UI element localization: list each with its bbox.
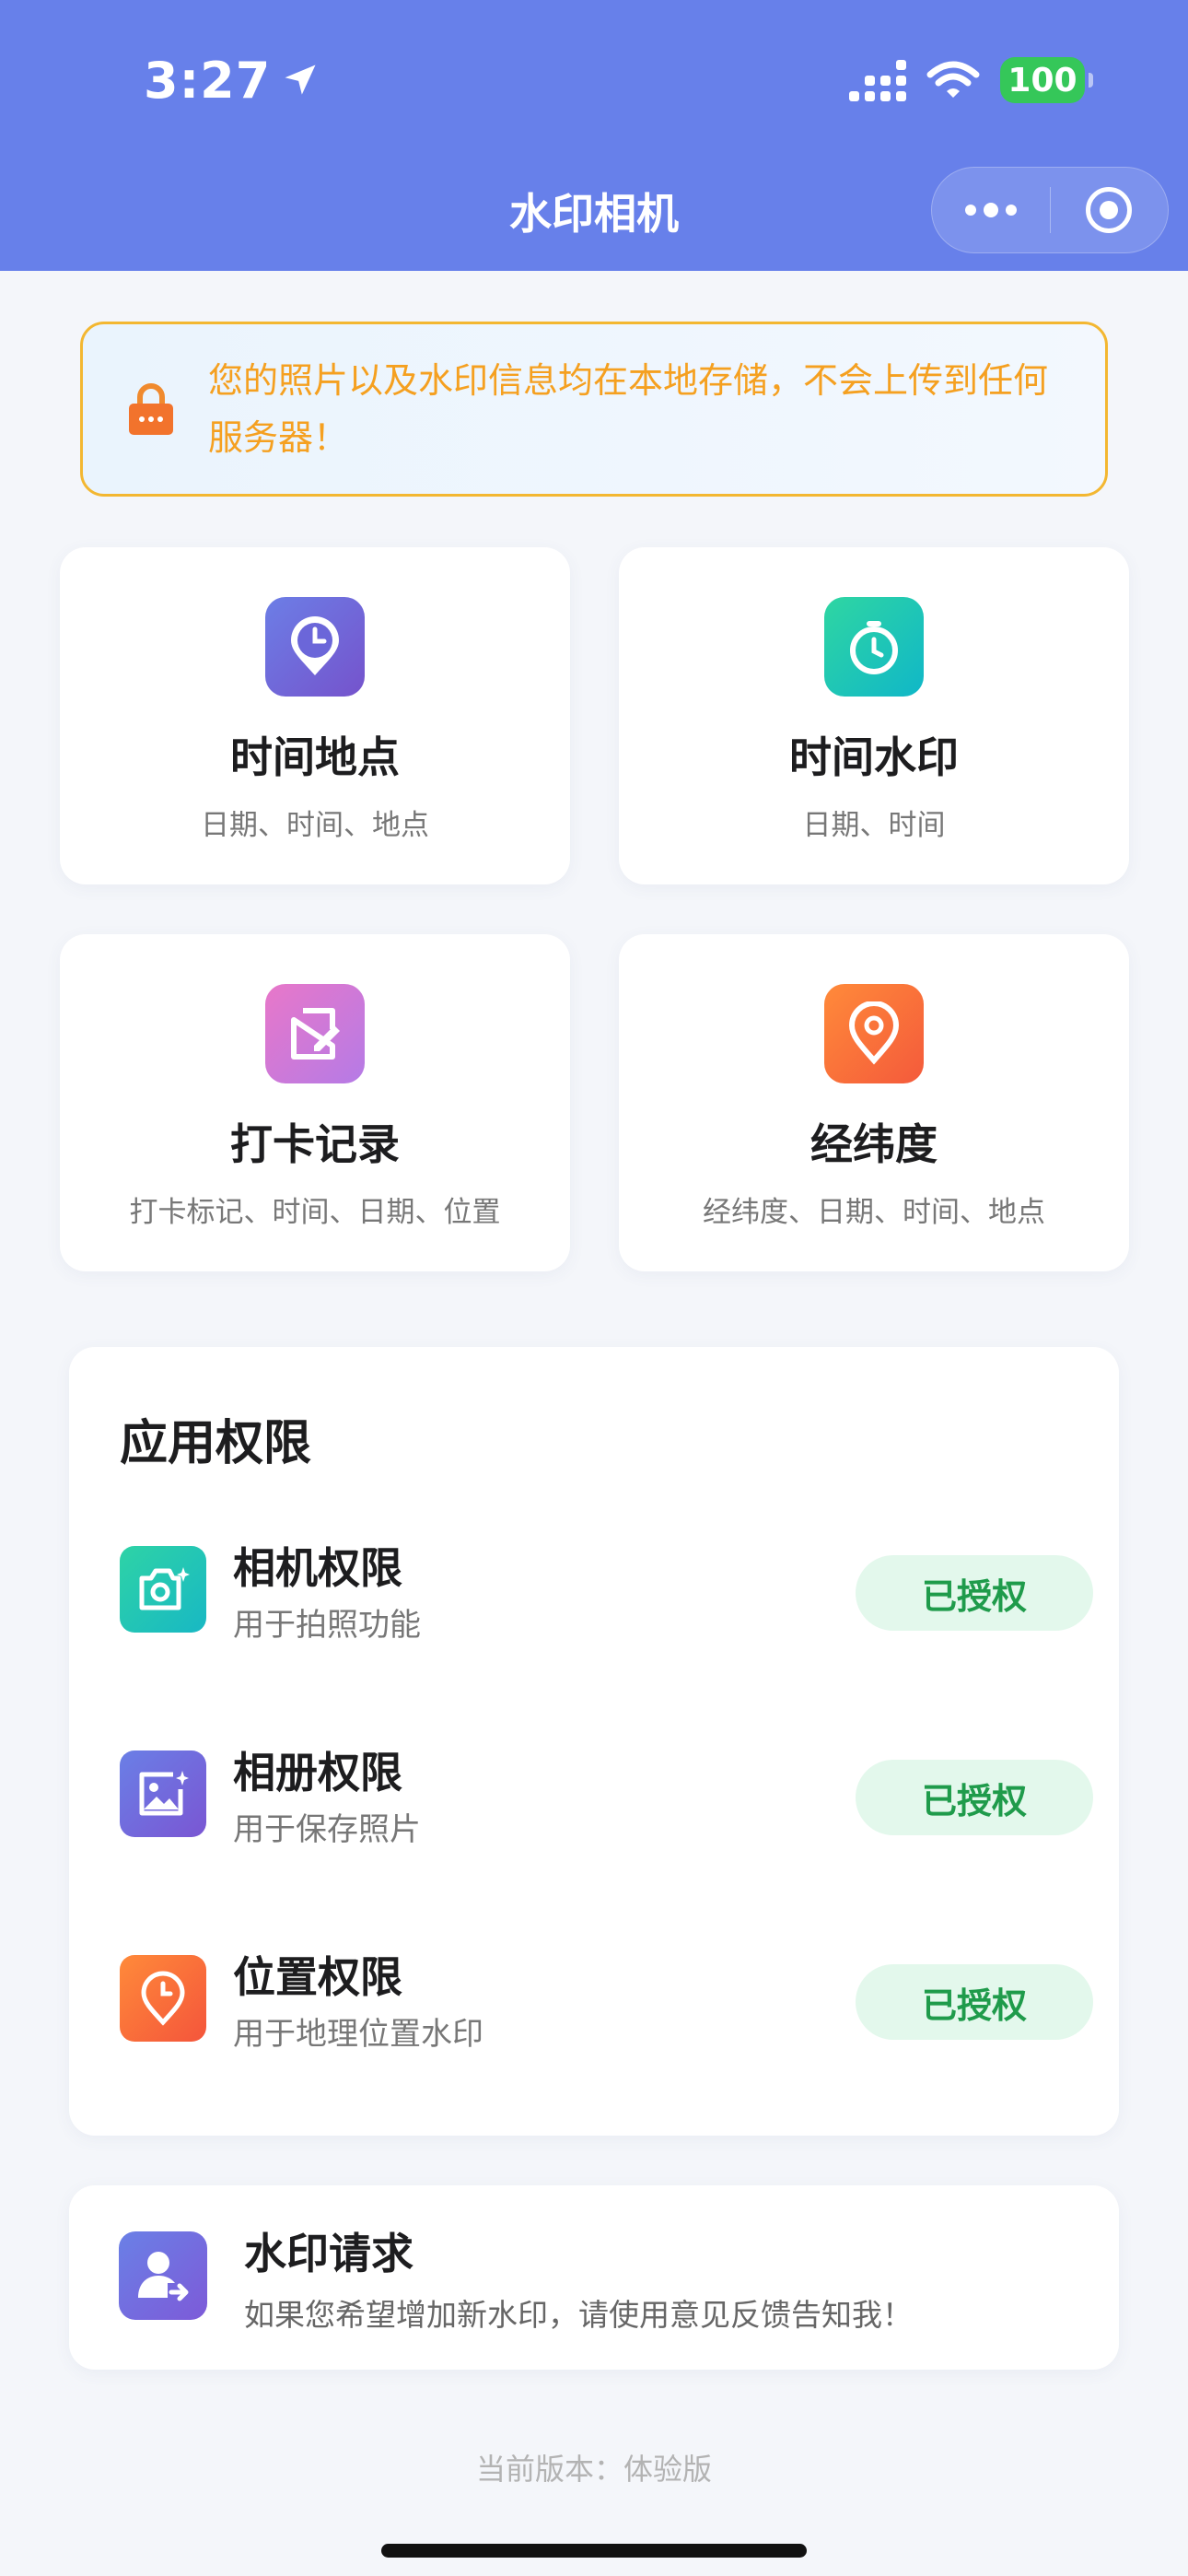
- mini-program-capsule: [931, 167, 1169, 253]
- close-button[interactable]: [1050, 167, 1168, 253]
- more-button[interactable]: [932, 167, 1050, 253]
- permission-title: 相册权限: [233, 1748, 402, 1797]
- permissions-heading: 应用权限: [120, 1416, 312, 1471]
- watermark-request-card[interactable]: 水印请求 如果您希望增加新水印，请使用意见反馈告知我！: [69, 2185, 1119, 2370]
- feature-card-coordinates[interactable]: 经纬度 经纬度、日期、时间、地点: [619, 934, 1129, 1271]
- feature-title: 经纬度: [810, 1119, 938, 1169]
- feature-title: 时间水印: [789, 732, 959, 782]
- request-title: 水印请求: [244, 2229, 413, 2278]
- permission-row-location: 位置权限 用于地理位置水印 已授权: [120, 1944, 1093, 2053]
- clock-pin-icon: [265, 597, 365, 697]
- stopwatch-icon: [824, 597, 924, 697]
- gallery-icon: [120, 1751, 206, 1837]
- close-target-icon: [1086, 187, 1133, 233]
- location-arrow-icon: [285, 64, 316, 95]
- notice-text: 您的照片以及水印信息均在本地存储，不会上传到任何服务器！: [208, 360, 1049, 458]
- status-time-text: 3:27: [144, 51, 272, 110]
- lock-icon: [129, 383, 173, 435]
- camera-icon: [120, 1546, 206, 1633]
- clock-location-icon: [120, 1955, 206, 2042]
- feature-desc: 日期、时间: [802, 809, 946, 842]
- permission-desc: 用于地理位置水印: [233, 2016, 483, 2053]
- user-add-icon: [119, 2231, 207, 2320]
- status-icons: 100: [849, 53, 1093, 107]
- permission-title: 位置权限: [233, 1952, 402, 2002]
- battery-indicator: 100: [1000, 57, 1093, 103]
- header: 3:27 100 水印相机: [0, 0, 1188, 271]
- location-pin-icon: [824, 984, 924, 1083]
- privacy-notice: 您的照片以及水印信息均在本地存储，不会上传到任何服务器！: [80, 322, 1108, 497]
- feature-card-checkin[interactable]: 打卡记录 打卡标记、时间、日期、位置: [60, 934, 570, 1271]
- permission-title: 相机权限: [233, 1543, 402, 1593]
- feature-title: 时间地点: [230, 732, 400, 782]
- permission-desc: 用于保存照片: [233, 1811, 421, 1848]
- feature-desc: 打卡标记、时间、日期、位置: [129, 1196, 501, 1229]
- feature-title: 打卡记录: [230, 1119, 400, 1169]
- wifi-icon: [926, 61, 980, 98]
- permission-status-button[interactable]: 已授权: [856, 1555, 1093, 1631]
- permission-status-button[interactable]: 已授权: [856, 1964, 1093, 2040]
- cellular-signal-icon: [849, 59, 906, 101]
- feature-card-time-watermark[interactable]: 时间水印 日期、时间: [619, 547, 1129, 884]
- status-time: 3:27: [144, 48, 320, 112]
- note-edit-icon: [265, 984, 365, 1083]
- permission-status-button[interactable]: 已授权: [856, 1760, 1093, 1835]
- permission-row-camera: 相机权限 用于拍照功能 已授权: [120, 1535, 1093, 1644]
- feature-card-time-location[interactable]: 时间地点 日期、时间、地点: [60, 547, 570, 884]
- permissions-card: 应用权限 相机权限 用于拍照功能 已授权 相册权限 用于保存照片 已授权 位置权…: [69, 1347, 1119, 2136]
- permission-row-album: 相册权限 用于保存照片 已授权: [120, 1739, 1093, 1848]
- version-text: 当前版本：体验版: [475, 2452, 712, 2487]
- feature-desc: 经纬度、日期、时间、地点: [703, 1196, 1045, 1229]
- permission-desc: 用于拍照功能: [233, 1607, 421, 1644]
- home-indicator[interactable]: [381, 2544, 807, 2558]
- request-desc: 如果您希望增加新水印，请使用意见反馈告知我！: [244, 2297, 913, 2333]
- feature-desc: 日期、时间、地点: [201, 809, 429, 842]
- more-dots-icon: [964, 203, 1017, 217]
